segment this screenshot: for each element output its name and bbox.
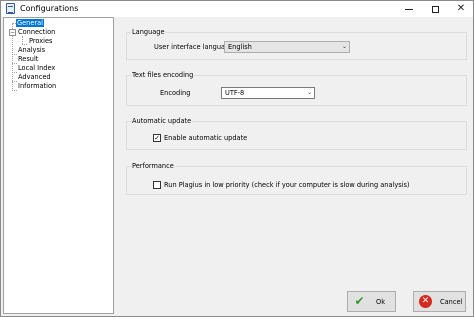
performance-group-title: Performance xyxy=(131,162,175,170)
tree-connector xyxy=(22,44,27,45)
close-icon: ✕ xyxy=(456,3,466,14)
language-group: Language User interface language English… xyxy=(126,28,467,60)
tree-item-proxies[interactable]: Proxies xyxy=(28,37,53,45)
ui-language-select[interactable]: English ⌄ xyxy=(224,41,350,53)
language-group-title: Language xyxy=(131,28,166,36)
ok-button[interactable]: ✔ Ok xyxy=(347,291,396,312)
app-document-icon xyxy=(6,3,15,14)
tree-item-information[interactable]: Information xyxy=(17,82,57,90)
maximize-icon xyxy=(431,5,439,13)
automatic-update-group-title: Automatic update xyxy=(131,117,193,125)
settings-tree[interactable]: General − Connection Proxies Analysis Re… xyxy=(3,17,114,314)
window-title: Configurations xyxy=(20,4,79,13)
automatic-update-group: Automatic update ✓ Enable automatic upda… xyxy=(126,117,467,150)
enable-automatic-update-label: Enable automatic update xyxy=(164,134,248,142)
low-priority-label: Run Plagius in low priority (check if yo… xyxy=(164,181,410,189)
checkmark-icon: ✔ xyxy=(354,294,365,308)
cancel-icon: ✕ xyxy=(419,295,432,308)
ok-button-label: Ok xyxy=(376,298,386,306)
title-bar: Configurations ✕ xyxy=(1,1,473,17)
encoding-label: Encoding xyxy=(160,89,191,97)
chevron-down-icon: ⌄ xyxy=(341,43,347,50)
tree-item-local-index[interactable]: Local Index xyxy=(17,64,56,72)
tree-item-result[interactable]: Result xyxy=(17,55,39,63)
tree-item-general[interactable]: General xyxy=(16,19,44,27)
encoding-value: UTF-8 xyxy=(225,89,245,97)
tree-connector xyxy=(12,90,17,91)
low-priority-checkbox[interactable] xyxy=(153,181,161,189)
minimize-icon xyxy=(405,8,413,10)
encoding-group-title: Text files encoding xyxy=(131,71,195,79)
tree-item-advanced[interactable]: Advanced xyxy=(17,73,52,81)
checkmark-icon: ✓ xyxy=(154,134,160,142)
collapse-toggle-icon[interactable]: − xyxy=(9,29,16,36)
encoding-group: Text files encoding Encoding UTF-8 ⌄ xyxy=(126,71,467,106)
minimize-button[interactable] xyxy=(396,1,422,17)
cancel-button-label: Cancel xyxy=(440,298,463,306)
tree-item-analysis[interactable]: Analysis xyxy=(17,46,46,54)
close-button[interactable]: ✕ xyxy=(448,1,474,17)
maximize-button[interactable] xyxy=(422,1,448,17)
configurations-window: Configurations ✕ General − Connection Pr… xyxy=(0,0,474,317)
chevron-down-icon: ⌄ xyxy=(306,89,312,96)
performance-group: Performance Run Plagius in low priority … xyxy=(126,162,467,195)
tree-item-connection[interactable]: Connection xyxy=(17,28,56,36)
ui-language-label: User interface language xyxy=(154,43,234,51)
encoding-select[interactable]: UTF-8 ⌄ xyxy=(221,87,315,99)
tree-child-line xyxy=(22,36,23,44)
cancel-button[interactable]: ✕ Cancel xyxy=(413,291,466,312)
enable-automatic-update-checkbox[interactable]: ✓ xyxy=(153,134,161,142)
ui-language-value: English xyxy=(228,43,252,51)
